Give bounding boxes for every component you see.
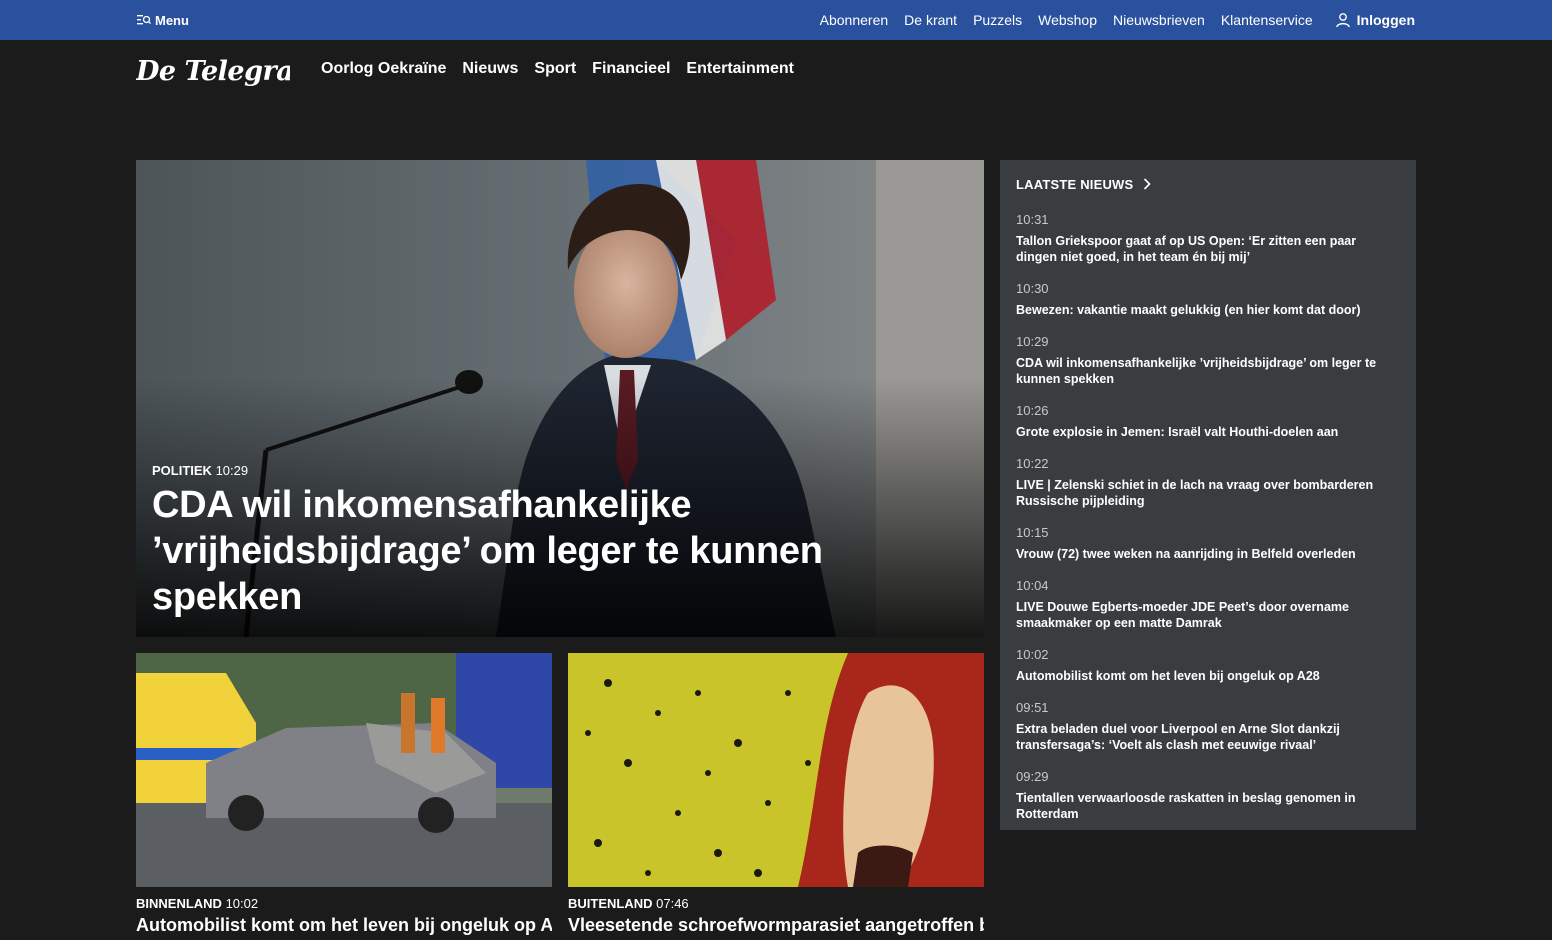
card-category: BINNENLAND xyxy=(136,896,222,911)
latest-news-item[interactable]: 10:04 LIVE Douwe Egberts-moeder JDE Peet… xyxy=(1016,578,1400,631)
latest-news-item[interactable]: 10:15 Vrouw (72) twee weken na aanrijdin… xyxy=(1016,525,1400,562)
article-card-parasite[interactable]: BUITENLAND 07:46 Vleesetende schroefworm… xyxy=(568,653,984,936)
top-utility-bar: Menu Abonneren De krant Puzzels Webshop … xyxy=(0,0,1552,40)
login-button[interactable]: Inloggen xyxy=(1335,12,1415,28)
main-navigation: Oorlog Oekraïne Nieuws Sport Financieel … xyxy=(321,60,794,84)
latest-item-time: 10:26 xyxy=(1016,403,1049,418)
article-card-accident[interactable]: BINNENLAND 10:02 Automobilist komt om he… xyxy=(136,653,552,936)
hero-time: 10:29 xyxy=(215,463,249,478)
card-title[interactable]: Automobilist komt om het leven bij ongel… xyxy=(136,914,552,936)
latest-item-time: 09:51 xyxy=(1016,700,1049,715)
link-puzzels[interactable]: Puzzels xyxy=(973,12,1022,28)
menu-label: Menu xyxy=(155,12,189,28)
latest-news-item[interactable]: 10:02 Automobilist komt om het leven bij… xyxy=(1016,647,1400,684)
user-icon xyxy=(1335,13,1350,28)
latest-news-item[interactable]: 10:30 Bewezen: vakantie maakt gelukkig (… xyxy=(1016,281,1400,318)
card-image xyxy=(568,653,984,887)
latest-item-time: 10:15 xyxy=(1016,525,1049,540)
latest-item-time: 10:30 xyxy=(1016,281,1049,296)
card-meta: BINNENLAND 10:02 xyxy=(136,896,552,911)
accident-image xyxy=(136,653,552,887)
latest-news-panel: LAATSTE NIEUWS 10:31 Tallon Griekspoor g… xyxy=(1000,160,1416,830)
nav-nieuws[interactable]: Nieuws xyxy=(462,60,518,84)
latest-item-headline[interactable]: Grote explosie in Jemen: Israël valt Hou… xyxy=(1016,424,1400,440)
nav-financieel[interactable]: Financieel xyxy=(592,60,670,84)
latest-item-headline[interactable]: Tientallen verwaarloosde raskatten in be… xyxy=(1016,790,1400,822)
card-meta: BUITENLAND 07:46 xyxy=(568,896,984,911)
latest-item-headline[interactable]: Automobilist komt om het leven bij ongel… xyxy=(1016,668,1400,684)
latest-news-item[interactable]: 10:29 CDA wil inkomensafhankelijke ’vrij… xyxy=(1016,334,1400,387)
latest-item-time: 10:22 xyxy=(1016,456,1049,471)
nav-entertainment[interactable]: Entertainment xyxy=(686,60,794,84)
latest-item-headline[interactable]: Extra beladen duel voor Liverpool en Arn… xyxy=(1016,721,1400,753)
menu-button[interactable]: Menu xyxy=(137,11,189,29)
latest-item-time: 10:04 xyxy=(1016,578,1049,593)
latest-item-headline[interactable]: Tallon Griekspoor gaat af op US Open: ‘E… xyxy=(1016,233,1400,265)
card-time: 10:02 xyxy=(225,896,259,911)
latest-news-list: 10:31 Tallon Griekspoor gaat af op US Op… xyxy=(1016,212,1400,822)
chevron-right-icon xyxy=(1144,178,1152,190)
latest-item-headline[interactable]: Vrouw (72) twee weken na aanrijding in B… xyxy=(1016,546,1400,562)
card-image xyxy=(136,653,552,887)
telegraaf-logo[interactable]: De Telegraaf xyxy=(136,52,290,90)
latest-item-headline[interactable]: CDA wil inkomensafhankelijke ’vrijheidsb… xyxy=(1016,355,1400,387)
link-de-krant[interactable]: De krant xyxy=(904,12,957,28)
latest-item-headline[interactable]: LIVE Douwe Egberts-moeder JDE Peet’s doo… xyxy=(1016,599,1400,631)
latest-news-item[interactable]: 10:22 LIVE | Zelenski schiet in de lach … xyxy=(1016,456,1400,509)
nav-oorlog-oekraine[interactable]: Oorlog Oekraïne xyxy=(321,60,446,84)
link-klantenservice[interactable]: Klantenservice xyxy=(1221,12,1313,28)
parasite-image xyxy=(568,653,984,887)
card-title[interactable]: Vleesetende schroefwormparasiet aangetro… xyxy=(568,914,984,936)
menu-search-icon xyxy=(137,15,151,25)
latest-news-item[interactable]: 09:29 Tientallen verwaarloosde raskatten… xyxy=(1016,769,1400,822)
hero-meta: POLITIEK 10:29 xyxy=(152,463,248,478)
logo-text: De Telegraaf xyxy=(136,56,290,87)
card-category: BUITENLAND xyxy=(568,896,653,911)
latest-news-item[interactable]: 10:26 Grote explosie in Jemen: Israël va… xyxy=(1016,403,1400,440)
latest-news-item[interactable]: 10:31 Tallon Griekspoor gaat af op US Op… xyxy=(1016,212,1400,265)
latest-news-heading[interactable]: LAATSTE NIEUWS xyxy=(1016,176,1400,192)
login-label: Inloggen xyxy=(1356,12,1415,28)
card-time: 07:46 xyxy=(656,896,689,911)
latest-news-title: LAATSTE NIEUWS xyxy=(1016,176,1134,192)
link-nieuwsbrieven[interactable]: Nieuwsbrieven xyxy=(1113,12,1205,28)
link-abonneren[interactable]: Abonneren xyxy=(820,12,889,28)
top-links: Abonneren De krant Puzzels Webshop Nieuw… xyxy=(820,0,1415,40)
latest-item-headline[interactable]: Bewezen: vakantie maakt gelukkig (en hie… xyxy=(1016,302,1400,318)
latest-item-time: 10:31 xyxy=(1016,212,1049,227)
latest-item-headline[interactable]: LIVE | Zelenski schiet in de lach na vra… xyxy=(1016,477,1400,509)
hero-category: POLITIEK xyxy=(152,463,212,478)
nav-sport[interactable]: Sport xyxy=(534,60,576,84)
latest-news-item[interactable]: 09:51 Extra beladen duel voor Liverpool … xyxy=(1016,700,1400,753)
hero-article[interactable]: POLITIEK 10:29 CDA wil inkomensafhankeli… xyxy=(136,160,984,637)
latest-item-time: 10:29 xyxy=(1016,334,1049,349)
latest-item-time: 09:29 xyxy=(1016,769,1049,784)
hero-title[interactable]: CDA wil inkomensafhankelijke ’vrijheidsb… xyxy=(152,482,912,620)
link-webshop[interactable]: Webshop xyxy=(1038,12,1097,28)
latest-item-time: 10:02 xyxy=(1016,647,1049,662)
